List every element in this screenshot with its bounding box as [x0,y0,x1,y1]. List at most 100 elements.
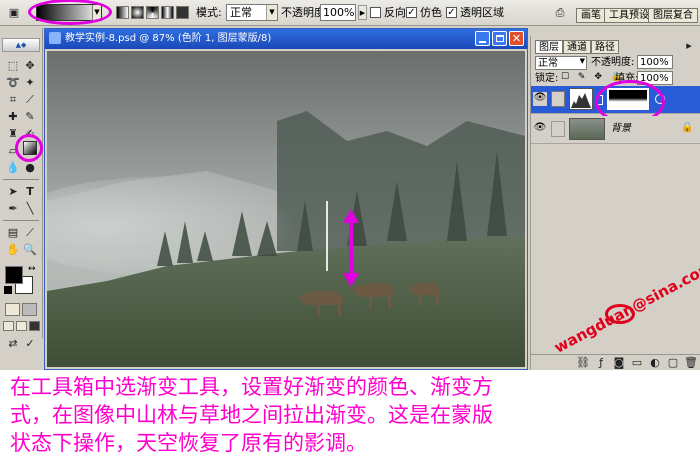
maximize-icon [496,35,504,42]
hand-tool-icon[interactable]: ✋ [5,242,21,258]
move-tool-icon[interactable]: ✥ [22,58,38,74]
palette-menu-icon[interactable]: ▸ [681,38,697,54]
maximize-button[interactable] [492,31,507,46]
default-colors-icon[interactable] [4,286,12,294]
document-window: 教学实例-8.psd @ 87% (色阶 1, 图层蒙版/8) ✕ [44,28,528,370]
pen-tool-icon[interactable]: ✒ [5,201,21,217]
tab-tool-presets[interactable]: 工具预设 [604,8,654,23]
type-tool-icon[interactable]: T [22,184,38,200]
diamond-gradient-button[interactable] [176,6,189,19]
tab-brushes[interactable]: 画笔 [576,8,606,23]
levels-adjustment-icon [569,88,593,110]
file-browser-icon[interactable]: ⎙ [552,5,568,21]
layer-link-slot[interactable] [551,121,565,137]
new-layer-icon[interactable]: ▢ [665,355,681,371]
eyedropper-tool-icon[interactable]: ⟋ [22,225,38,241]
dodge-tool-icon[interactable]: ● [22,160,38,176]
dither-checkbox[interactable] [406,7,417,18]
screen-mode-full-button[interactable] [29,321,40,331]
reverse-checkbox[interactable] [370,7,381,18]
chevron-down-icon[interactable]: ▼ [266,5,277,20]
document-title-bar[interactable]: 教学实例-8.psd @ 87% (色阶 1, 图层蒙版/8) ✕ [45,29,527,49]
add-mask-icon[interactable]: ◙ [611,355,627,371]
lock-label: 锁定: [535,73,559,84]
instruction-caption: 在工具箱中选渐变工具，设置好渐变的颜色、渐变方 式，在图像中山林与草地之间拉出渐… [0,370,700,465]
visibility-eye-icon[interactable]: 👁 [533,92,547,106]
tab-paths[interactable]: 路径 [591,40,619,54]
marquee-tool-icon[interactable]: ⬚ [5,58,21,74]
lock-icon: 🔒 [681,122,694,133]
link-layers-icon[interactable]: ⛓ [575,355,591,371]
radial-gradient-button[interactable] [131,6,144,19]
opacity-input-value: 100% [323,6,355,19]
divider [3,220,39,221]
path-selection-icon[interactable]: ➤ [5,184,21,200]
trash-icon[interactable]: 🗑 [683,355,699,371]
foreground-color-swatch[interactable] [5,266,23,284]
notes-tool-icon[interactable]: ▤ [5,225,21,241]
new-adjustment-icon[interactable]: ◐ [647,355,663,371]
minimize-button[interactable] [475,31,490,46]
quick-mask-button[interactable] [22,303,37,316]
zoom-tool-icon[interactable]: 🔍 [22,242,38,258]
watermark: wangduan@sina.com [545,257,700,356]
layer-opacity-value: 100% [640,57,669,68]
caption-line: 状态下操作，天空恢复了原有的影调。 [10,431,367,455]
linear-gradient-button[interactable] [116,6,129,19]
layer-row-background[interactable]: 👁 背景 🔒 [531,116,700,144]
mode-select-value: 正常 [230,6,252,19]
mode-select[interactable]: 正常 ▼ [226,4,278,21]
bicycle-icon [605,304,635,324]
chevron-right-icon[interactable]: ▶ [358,5,367,20]
layer-link-slot[interactable] [551,91,565,107]
blur-tool-icon[interactable]: 💧 [5,160,21,176]
magic-wand-tool-icon[interactable]: ✦ [22,75,38,91]
opacity-input[interactable]: 100% [320,4,356,21]
background-layer-thumbnail [569,118,605,140]
layer-opacity-input[interactable]: 100% [637,55,673,69]
screen-mode-full-menu-button[interactable] [16,321,27,331]
annotation-ring [28,0,112,25]
jump-to-imageready-icon[interactable]: ⇄ [5,336,21,352]
visibility-eye-icon[interactable]: 👁 [533,122,547,136]
blend-mode-select[interactable]: 正常 ▼ [535,56,587,70]
annotation-ring [15,134,43,162]
palette-footer: ⛓ ƒ ◙ ▭ ◐ ▢ 🗑 [531,354,700,370]
dither-label: 仿色 [420,6,442,19]
gradient-tool-icon: ▣ [8,6,20,19]
ps-doc-icon [49,32,61,44]
blend-mode-value: 正常 [538,58,558,69]
jump-icon[interactable]: ✓ [22,336,38,352]
tab-channels[interactable]: 通道 [563,40,591,54]
add-style-icon[interactable]: ƒ [593,355,609,371]
lasso-tool-icon[interactable]: ➰ [5,75,21,91]
caption-line: 在工具箱中选渐变工具，设置好渐变的颜色、渐变方 [10,375,493,399]
divider [3,179,39,180]
reflected-gradient-button[interactable] [161,6,174,19]
angle-gradient-button[interactable] [146,6,159,19]
canvas-image[interactable] [47,51,525,367]
background-layer-name: 背景 [611,123,631,134]
crop-tool-icon[interactable]: ⌗ [5,92,21,108]
chevron-down-icon[interactable]: ▼ [580,57,585,65]
shape-tool-icon[interactable]: ╲ [22,201,38,217]
document-title: 教学实例-8.psd @ 87% (色阶 1, 图层蒙版/8) [65,33,272,44]
foggy-meadow-photo [47,51,525,367]
layers-palette: 图层 通道 路径 ▸ 正常 ▼ 不透明度: 100% 锁定: ☐ ✎ ✥ 🔒 填… [530,36,700,370]
close-button[interactable]: ✕ [509,31,524,46]
slice-tool-icon[interactable]: ⟋ [22,92,38,108]
caption-line: 式，在图像中山林与草地之间拉出渐变。这是在蒙版 [10,403,493,427]
brush-tool-icon[interactable]: ✎ [22,109,38,125]
adobe-online-icon[interactable]: ▲◆ [2,38,40,52]
healing-brush-icon[interactable]: ✚ [5,109,21,125]
mode-label: 模式: [196,6,222,19]
swap-colors-icon[interactable]: ↔ [28,264,36,274]
transparency-checkbox[interactable] [446,7,457,18]
screen-mode-standard-button[interactable] [3,321,14,331]
standard-mode-button[interactable] [5,303,20,316]
minimize-icon [479,41,486,43]
tab-layer-comps[interactable]: 图层复合 [648,8,698,23]
new-group-icon[interactable]: ▭ [629,355,645,371]
tab-layers[interactable]: 图层 [535,40,563,54]
transparency-label: 透明区域 [460,6,504,19]
